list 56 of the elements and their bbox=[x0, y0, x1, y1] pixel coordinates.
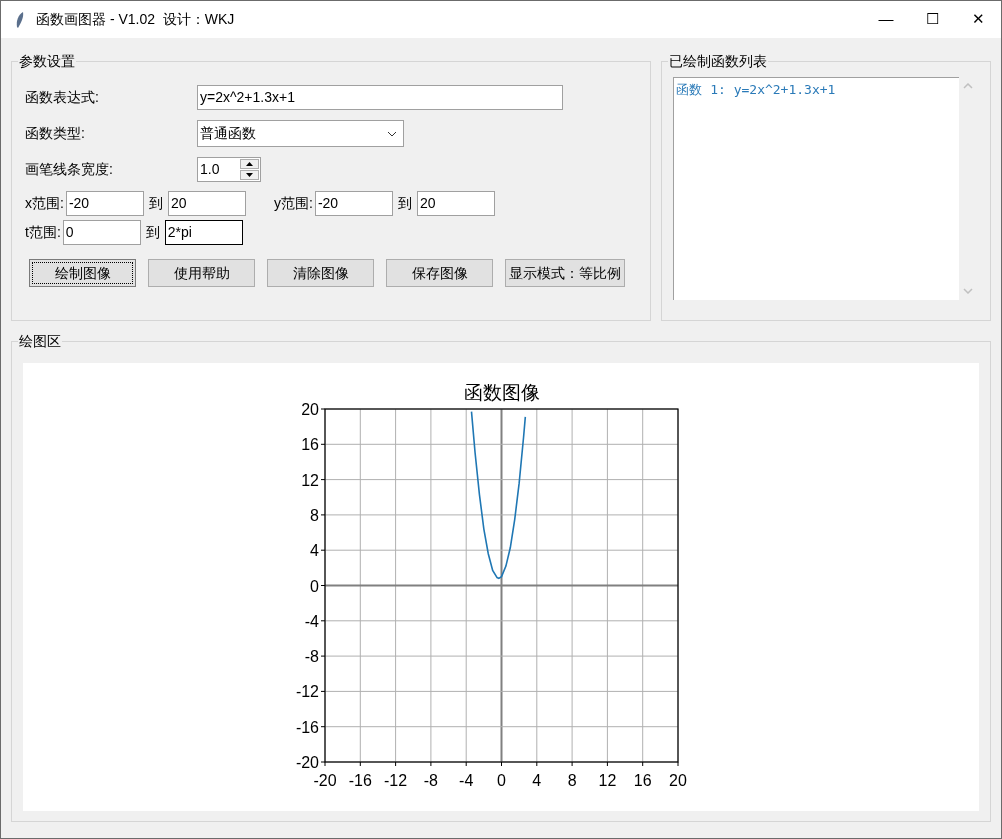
y-tick-label: 8 bbox=[310, 506, 319, 524]
y-tick-label: 16 bbox=[301, 436, 319, 454]
x-tick-label: -16 bbox=[348, 772, 372, 789]
maximize-button[interactable]: ☐ bbox=[909, 1, 955, 38]
x-tick-label: -4 bbox=[459, 772, 474, 789]
range-separator: 到 bbox=[145, 223, 160, 242]
x-tick-label: 16 bbox=[633, 772, 652, 789]
dropdown[interactable]: 普通函数 bbox=[197, 120, 404, 147]
input-field[interactable]: 0 bbox=[62, 220, 141, 245]
list-item[interactable]: 函数 1: y=2x^2+1.3x+1 bbox=[676, 80, 960, 100]
x-tick-label: 8 bbox=[567, 772, 577, 789]
input-field[interactable]: 20 bbox=[416, 191, 495, 216]
field-label: 函数类型: bbox=[25, 124, 86, 143]
x-tick-label: 4 bbox=[532, 772, 542, 789]
feather-icon bbox=[15, 10, 25, 29]
chevron-down-icon bbox=[387, 130, 397, 137]
x-tick-label: -20 bbox=[313, 772, 337, 789]
field-label: x范围: bbox=[25, 194, 64, 213]
input-field[interactable]: 20 bbox=[167, 191, 246, 216]
input-field[interactable]: -20 bbox=[314, 191, 393, 216]
chart-title: 函数图像 bbox=[463, 382, 540, 403]
y-tick-label: -4 bbox=[304, 612, 319, 630]
action-button[interactable]: 绘制图像 bbox=[29, 259, 136, 287]
x-tick-label: -12 bbox=[384, 772, 408, 789]
minimize-button[interactable]: — bbox=[863, 1, 909, 38]
y-tick-label: 12 bbox=[301, 471, 319, 489]
y-tick-label: -20 bbox=[295, 754, 319, 771]
y-tick-label: -16 bbox=[295, 718, 319, 736]
spin-down-icon[interactable] bbox=[240, 170, 259, 180]
window-title: 函数画图器 - V1.02 设计：WKJ bbox=[36, 10, 235, 29]
range-separator: 到 bbox=[397, 194, 412, 213]
y-tick-label: -8 bbox=[304, 648, 319, 666]
action-button[interactable]: 清除图像 bbox=[267, 259, 374, 287]
x-tick-label: 20 bbox=[669, 772, 687, 789]
spin-box[interactable]: 1.0 bbox=[197, 157, 261, 182]
group-title: 参数设置 bbox=[18, 51, 76, 72]
x-tick-label: 12 bbox=[598, 772, 617, 789]
y-tick-label: 0 bbox=[310, 577, 319, 595]
y-tick-label: 4 bbox=[310, 542, 319, 560]
field-label: 画笔线条宽度: bbox=[25, 160, 114, 179]
field-label: y范围: bbox=[274, 194, 313, 213]
y-tick-label: 20 bbox=[301, 401, 319, 418]
field-label: t范围: bbox=[25, 223, 61, 242]
action-button[interactable]: 保存图像 bbox=[386, 259, 493, 287]
input-field[interactable]: 2*pi bbox=[164, 220, 243, 245]
range-separator: 到 bbox=[148, 194, 163, 213]
close-button[interactable]: ✕ bbox=[955, 1, 1001, 38]
x-tick-label: -8 bbox=[423, 772, 438, 789]
field-label: 函数表达式: bbox=[25, 88, 100, 107]
y-tick-label: -12 bbox=[295, 683, 319, 701]
action-button[interactable]: 显示模式：等比例 bbox=[505, 259, 625, 287]
input-field[interactable]: y=2x^2+1.3x+1 bbox=[197, 85, 563, 110]
spin-up-icon[interactable] bbox=[240, 159, 259, 169]
action-button[interactable]: 使用帮助 bbox=[148, 259, 255, 287]
input-field[interactable]: -20 bbox=[65, 191, 144, 216]
x-tick-label: 0 bbox=[497, 772, 506, 789]
